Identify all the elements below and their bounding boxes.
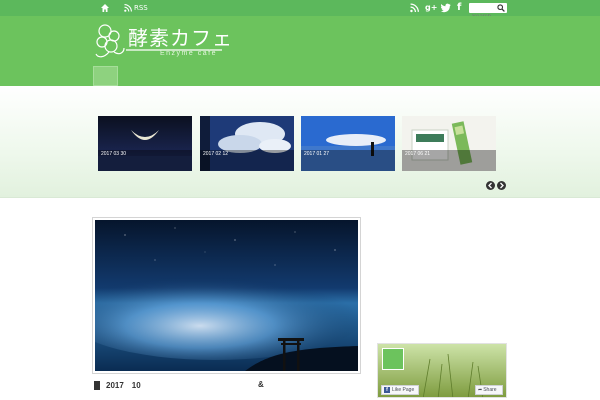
top-bar: RSS g+ f bbox=[0, 0, 600, 22]
search-icon[interactable] bbox=[497, 4, 505, 12]
nav-home-tab[interactable] bbox=[93, 66, 118, 86]
site-header bbox=[0, 16, 600, 86]
slider-date: 2017 06 21 bbox=[405, 151, 431, 157]
like-label: Like Page bbox=[392, 387, 415, 393]
page: RSS g+ f Search 酵素カフェ Enzyme cafe 2017 0… bbox=[0, 0, 600, 400]
site-title[interactable]: 酵素カフェ bbox=[128, 22, 233, 51]
featured-slider bbox=[0, 86, 600, 198]
post-meta: 2017 10 bbox=[94, 380, 141, 391]
post-title-fragment: & bbox=[258, 380, 264, 389]
twitter-icon[interactable] bbox=[441, 3, 451, 13]
rss-link[interactable]: RSS bbox=[124, 3, 148, 13]
facebook-share-button[interactable]: ➦ Share bbox=[475, 385, 503, 395]
facebook-logo-icon: f bbox=[384, 387, 390, 393]
slider-date: 2017 01 27 bbox=[304, 151, 330, 157]
slider-item[interactable]: 2017 01 27 bbox=[301, 116, 395, 171]
site-subtitle: Enzyme cafe bbox=[160, 50, 217, 57]
night-city-torii-image bbox=[95, 220, 358, 371]
facebook-like-button[interactable]: f Like Page bbox=[381, 385, 419, 395]
featured-post-image[interactable] bbox=[92, 217, 361, 374]
facebook-page-widget[interactable]: f Like Page ➦ Share bbox=[377, 343, 507, 398]
home-icon[interactable] bbox=[100, 3, 110, 13]
google-plus-icon[interactable]: g+ bbox=[425, 3, 437, 13]
post-date: 2017 10 bbox=[106, 381, 141, 390]
slider-item[interactable]: 2017 06 21 bbox=[402, 116, 496, 171]
facebook-page-avatar[interactable] bbox=[382, 348, 404, 370]
slider-item[interactable]: 2017 03 30 bbox=[98, 116, 192, 171]
rss-icon bbox=[124, 4, 132, 12]
search-box bbox=[469, 3, 507, 22]
rss-label: RSS bbox=[134, 4, 148, 12]
slider-item[interactable]: 2017 02 12 bbox=[200, 116, 294, 171]
rss-icon[interactable] bbox=[410, 3, 419, 13]
bookmark-icon bbox=[94, 381, 100, 390]
share-label: Share bbox=[483, 387, 497, 393]
share-icon: ➦ bbox=[478, 387, 483, 393]
arrow-left-icon[interactable] bbox=[486, 181, 495, 190]
arrow-right-icon[interactable] bbox=[497, 181, 506, 190]
facebook-icon[interactable]: f bbox=[457, 3, 461, 13]
slider-date: 2017 02 12 bbox=[203, 151, 229, 157]
slider-date: 2017 03 30 bbox=[101, 151, 127, 157]
